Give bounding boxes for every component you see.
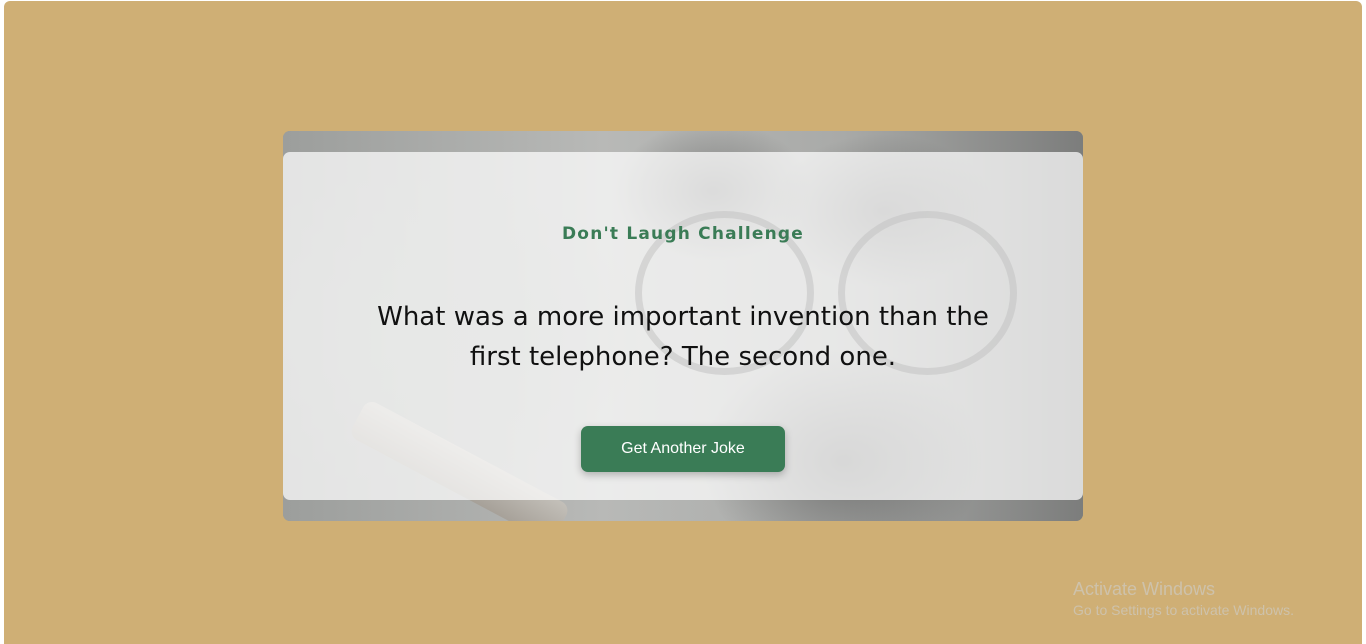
watermark-title: Activate Windows (1073, 579, 1216, 599)
page-background: Don't Laugh Challenge What was a more im… (4, 1, 1362, 644)
activate-windows-watermark: Activate Windows Go to Settings to activ… (1073, 578, 1294, 620)
card-title: Don't Laugh Challenge (562, 224, 804, 244)
get-another-joke-button[interactable]: Get Another Joke (581, 426, 785, 472)
content-panel: Don't Laugh Challenge What was a more im… (283, 152, 1083, 500)
joke-text: What was a more important invention than… (377, 302, 989, 372)
watermark-subtitle: Go to Settings to activate Windows. (1073, 602, 1294, 618)
joke-card: Don't Laugh Challenge What was a more im… (283, 131, 1083, 521)
